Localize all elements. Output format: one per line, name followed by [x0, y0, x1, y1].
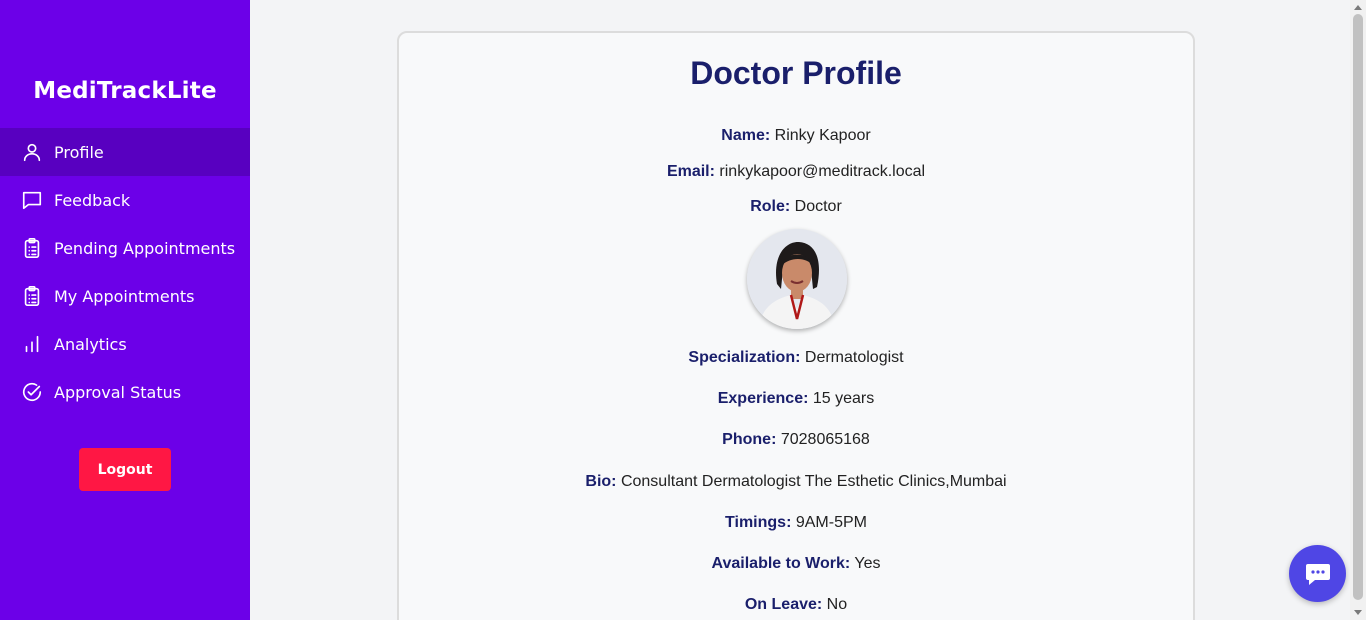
profile-leave-row: On Leave: No: [399, 596, 1193, 614]
sidebar-item-pending-appointments[interactable]: Pending Appointments: [0, 224, 250, 272]
clipboard-list-icon: [21, 285, 43, 307]
profile-timings-row: Timings: 9AM-5PM: [399, 514, 1193, 532]
logout-button[interactable]: Logout: [79, 448, 171, 491]
profile-leave-value: No: [826, 596, 848, 613]
clipboard-list-icon: [21, 237, 43, 259]
profile-name-row: Name: Rinky Kapoor: [399, 127, 1193, 145]
sidebar-item-analytics[interactable]: Analytics: [0, 320, 250, 368]
check-circle-icon: [21, 381, 43, 403]
sidebar-item-label: Profile: [54, 142, 104, 162]
profile-role-value: Doctor: [794, 198, 842, 215]
app-brand: MediTrackLite: [33, 78, 217, 104]
sidebar-item-label: Analytics: [54, 334, 127, 354]
profile-phone-label: Phone:: [722, 431, 777, 448]
profile-role-row: Role: Doctor: [399, 198, 1193, 216]
profile-email-row: Email: rinkykapoor@meditrack.local: [399, 163, 1193, 181]
bar-chart-icon: [21, 333, 43, 355]
avatar: [747, 229, 847, 329]
profile-email-label: Email:: [666, 163, 715, 180]
sidebar-item-label: Feedback: [54, 190, 131, 210]
sidebar-nav: Profile Feedback Pending Appointments My…: [0, 128, 250, 416]
sidebar-item-label: Approval Status: [54, 382, 182, 402]
sidebar-item-my-appointments[interactable]: My Appointments: [0, 272, 250, 320]
message-square-icon: [21, 189, 43, 211]
profile-specialization-row: Specialization: Dermatologist: [399, 349, 1193, 367]
sidebar-item-label: Pending Appointments: [54, 238, 236, 258]
profile-phone-row: Phone: 7028065168: [399, 431, 1193, 449]
profile-bio-label: Bio:: [585, 473, 617, 490]
sidebar-item-feedback[interactable]: Feedback: [0, 176, 250, 224]
profile-timings-value: 9AM-5PM: [795, 514, 867, 531]
profile-experience-row: Experience: 15 years: [399, 390, 1193, 408]
profile-name-value: Rinky Kapoor: [774, 127, 871, 144]
scroll-down-arrow-icon[interactable]: [1354, 610, 1362, 615]
profile-available-value: Yes: [854, 555, 881, 572]
profile-bio-row: Bio: Consultant Dermatologist The Esthet…: [399, 473, 1193, 491]
profile-specialization-value: Dermatologist: [804, 349, 904, 366]
profile-available-row: Available to Work: Yes: [399, 555, 1193, 573]
profile-phone-value: 7028065168: [780, 431, 870, 448]
profile-bio-value: Consultant Dermatologist The Esthetic Cl…: [620, 473, 1007, 490]
profile-email-value: rinkykapoor@meditrack.local: [719, 163, 926, 180]
profile-available-label: Available to Work:: [711, 555, 851, 572]
vertical-scrollbar[interactable]: [1350, 0, 1366, 620]
scroll-up-arrow-icon[interactable]: [1354, 5, 1362, 10]
profile-name-label: Name:: [721, 127, 771, 144]
sidebar: MediTrackLite Profile Feedback Pending A…: [0, 0, 250, 620]
profile-specialization-label: Specialization:: [688, 349, 801, 366]
profile-experience-value: 15 years: [812, 390, 875, 407]
main-content: Doctor Profile Name: Rinky Kapoor Email:…: [250, 0, 1350, 620]
sidebar-item-profile[interactable]: Profile: [0, 128, 250, 176]
sidebar-item-label: My Appointments: [54, 286, 195, 306]
chat-bubble-icon: [1305, 563, 1330, 585]
user-icon: [21, 141, 43, 163]
scrollbar-thumb[interactable]: [1353, 14, 1363, 600]
page-title: Doctor Profile: [690, 55, 902, 91]
profile-card: Doctor Profile Name: Rinky Kapoor Email:…: [397, 31, 1195, 620]
profile-role-label: Role:: [750, 198, 791, 215]
profile-experience-label: Experience:: [717, 390, 809, 407]
profile-timings-label: Timings:: [725, 514, 792, 531]
chat-button[interactable]: [1289, 545, 1346, 602]
profile-leave-label: On Leave:: [744, 596, 823, 613]
sidebar-item-approval-status[interactable]: Approval Status: [0, 368, 250, 416]
